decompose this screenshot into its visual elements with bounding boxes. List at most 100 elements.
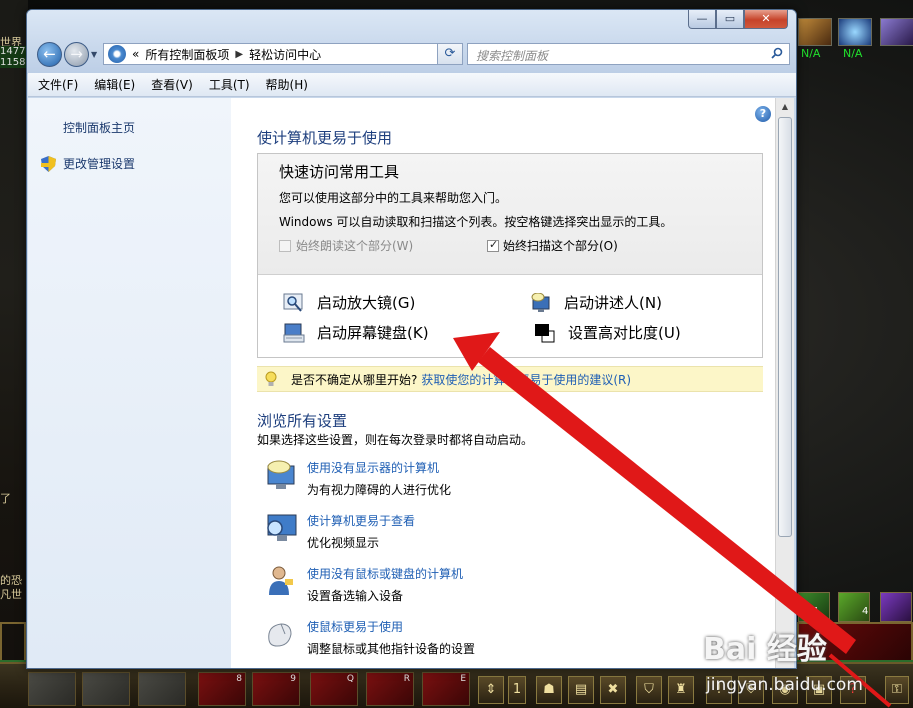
- control-panel-window: — ▭ ✕ ← → ▼ « 所有控制面板项 ▶ 轻松访问中心 ▼ ⟳ 搜索控制面…: [26, 9, 797, 669]
- inventory-slot-3[interactable]: [138, 672, 186, 706]
- unit-icon-3[interactable]: [880, 592, 912, 622]
- command-icon-3[interactable]: ✖: [600, 676, 626, 704]
- page-title: 使计算机更易于使用: [257, 129, 393, 147]
- scroll-thumb[interactable]: [778, 117, 792, 537]
- keyboard-tool[interactable]: 启动屏幕键盘(K): [283, 322, 429, 343]
- person-icon: [269, 566, 293, 595]
- skill-slot-4[interactable]: R: [366, 672, 414, 706]
- refresh-button[interactable]: ⟳: [437, 43, 463, 65]
- breadcrumb-separator-icon[interactable]: ▶: [235, 49, 243, 60]
- main-content: ? ▲ 使计算机更易于使用 快速访问常用工具 您可以使用这部分中的工具来帮助您入…: [231, 98, 794, 668]
- inventory-slot-1[interactable]: [28, 672, 76, 706]
- magnifier-icon: [283, 293, 303, 312]
- left-navigation-pane: 控制面板主页 更改管理设置: [28, 98, 231, 668]
- keyboard-label[interactable]: 启动屏幕键盘(K): [317, 322, 429, 343]
- menu-view[interactable]: 查看(V): [151, 76, 193, 93]
- vertical-scrollbar[interactable]: ▲: [775, 98, 794, 668]
- command-icon-2[interactable]: ▤: [568, 676, 594, 704]
- browse-heading: 浏览所有设置: [257, 412, 348, 430]
- setting-easier-to-see-desc: 优化视频显示: [307, 536, 380, 550]
- lightbulb-icon: [265, 371, 277, 386]
- forward-button[interactable]: →: [64, 42, 89, 67]
- game-left-numbers: 1477 1158: [0, 46, 28, 68]
- hero-portrait-3[interactable]: [880, 18, 913, 46]
- read-aloud-checkbox[interactable]: [279, 240, 291, 252]
- sidebar-item-home[interactable]: 控制面板主页: [63, 119, 135, 136]
- magnifier-label[interactable]: 启动放大镜(G): [317, 292, 415, 313]
- setting-no-display-link[interactable]: 使用没有显示器的计算机: [307, 459, 439, 476]
- hero-label-1: N/A: [801, 47, 821, 60]
- tip-link[interactable]: 获取使您的计算机更易于使用的建议(R): [421, 371, 631, 388]
- skill-slot-3[interactable]: Q: [310, 672, 358, 706]
- control-panel-icon: [108, 45, 126, 63]
- command-icon-1[interactable]: ☗: [536, 676, 562, 704]
- search-placeholder: 搜索控制面板: [476, 49, 549, 63]
- magnifier-tool[interactable]: 启动放大镜(G): [283, 292, 415, 313]
- help-icon[interactable]: ?: [755, 106, 771, 122]
- game-frame-left: [0, 622, 26, 662]
- setting-no-mouse-keyboard-desc: 设置备选输入设备: [307, 589, 404, 603]
- command-icon-5[interactable]: ♜: [668, 676, 694, 704]
- monitor-speech-icon: [267, 460, 295, 489]
- browse-note: 如果选择这些设置，则在每次登录时都将自动启动。: [257, 433, 534, 447]
- quick-access-title: 快速访问常用工具: [279, 163, 400, 181]
- search-icon[interactable]: [771, 47, 783, 59]
- sidebar-item-admin-settings[interactable]: 更改管理设置: [63, 155, 135, 172]
- close-button[interactable]: ✕: [744, 10, 788, 29]
- back-button[interactable]: ←: [37, 42, 62, 67]
- inventory-slot-2[interactable]: [82, 672, 130, 706]
- recent-pages-chevron-icon[interactable]: ▼: [91, 50, 97, 59]
- shield-icon: [41, 156, 56, 172]
- breadcrumb-item-all-items[interactable]: 所有控制面板项: [145, 46, 229, 63]
- search-input[interactable]: 搜索控制面板: [467, 43, 790, 65]
- skill-slot-2[interactable]: 9: [252, 672, 300, 706]
- menu-bar: 文件(F) 编辑(E) 查看(V) 工具(T) 帮助(H): [28, 73, 796, 97]
- baidu-watermark: Bai 经验: [703, 632, 827, 667]
- setting-no-display-desc: 为有视力障碍的人进行优化: [307, 483, 452, 497]
- scroll-up-icon[interactable]: ▲: [776, 98, 794, 115]
- hero-label-2: N/A: [843, 47, 863, 60]
- menu-help[interactable]: 帮助(H): [266, 76, 308, 93]
- unit-badge-1: 4: [812, 606, 819, 617]
- quick-access-panel: 快速访问常用工具 您可以使用这部分中的工具来帮助您入门。 Windows 可以自…: [257, 153, 763, 358]
- command-icon-11[interactable]: ⚿: [885, 676, 909, 704]
- menu-edit[interactable]: 编辑(E): [94, 76, 135, 93]
- tip-question: 是否不确定从哪里开始?: [291, 372, 418, 387]
- mouse-icon: [268, 623, 292, 647]
- menu-file[interactable]: 文件(F): [38, 76, 78, 93]
- maximize-button[interactable]: ▭: [716, 10, 744, 29]
- game-left-text-3: 凡世: [0, 588, 22, 601]
- caption-buttons: — ▭ ✕: [688, 10, 788, 30]
- command-icon-4[interactable]: ⛉: [636, 676, 662, 704]
- unit-badge-2: 4: [862, 606, 869, 617]
- hero-portrait-1[interactable]: [798, 18, 832, 46]
- game-left-text-1: 了: [0, 492, 11, 505]
- breadcrumb-prefix[interactable]: «: [132, 47, 139, 61]
- read-aloud-label[interactable]: 始终朗读这个部分(W): [296, 237, 413, 254]
- quick-access-line-1: 您可以使用这部分中的工具来帮助您入门。: [279, 191, 508, 205]
- quick-access-line-2: Windows 可以自动读取和扫描这个列表。按空格键选择突出显示的工具。: [279, 215, 673, 229]
- scan-section-label[interactable]: 始终扫描这个部分(O): [503, 237, 618, 254]
- contrast-tool[interactable]: 设置高对比度(U): [534, 322, 681, 343]
- narrator-label[interactable]: 启动讲述人(N): [564, 292, 662, 313]
- quick-access-header: 快速访问常用工具 您可以使用这部分中的工具来帮助您入门。 Windows 可以自…: [258, 154, 762, 275]
- scan-section-checkbox[interactable]: [487, 238, 499, 252]
- hero-portrait-2[interactable]: [838, 18, 872, 46]
- contrast-label[interactable]: 设置高对比度(U): [568, 322, 681, 343]
- contrast-icon: [535, 323, 555, 342]
- game-count-box: 1: [508, 676, 526, 704]
- minimize-button[interactable]: —: [688, 10, 716, 29]
- skill-slot-1[interactable]: 8: [198, 672, 246, 706]
- keyboard-icon: [283, 323, 305, 342]
- menu-tools[interactable]: 工具(T): [209, 76, 250, 93]
- setting-easier-to-see-link[interactable]: 使计算机更易于查看: [307, 512, 415, 529]
- skill-slot-5[interactable]: E: [422, 672, 470, 706]
- setting-mouse-link[interactable]: 使鼠标更易于使用: [307, 618, 403, 635]
- game-scroll-arrows[interactable]: ⇕: [478, 676, 504, 704]
- breadcrumb-item-ease-of-access[interactable]: 轻松访问中心: [249, 46, 321, 63]
- monitor-icon: [267, 514, 297, 541]
- narrator-tool[interactable]: 启动讲述人(N): [530, 292, 662, 313]
- setting-no-mouse-keyboard-link[interactable]: 使用没有鼠标或键盘的计算机: [307, 565, 463, 582]
- baidu-watermark-url: jingyan.baidu.com: [706, 675, 863, 695]
- address-bar[interactable]: « 所有控制面板项 ▶ 轻松访问中心 ▼: [103, 43, 461, 65]
